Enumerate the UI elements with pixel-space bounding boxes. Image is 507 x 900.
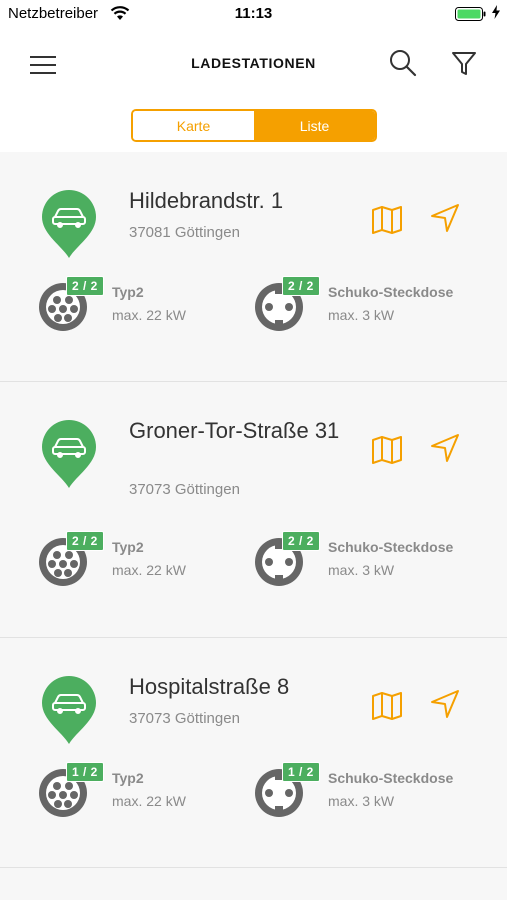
tab-karte[interactable]: Karte (133, 111, 254, 140)
connector-power: max. 3 kW (328, 793, 395, 809)
connector-name: Schuko-Steckdose (328, 539, 454, 555)
view-toggle: Karte Liste (131, 109, 377, 142)
station-street: Groner-Tor-Straße 31 (129, 418, 340, 443)
status-bar: Netzbetreiber 11:13 (0, 0, 507, 28)
connector-name: Typ2 (112, 539, 144, 555)
availability-badge: 1 / 2 (282, 762, 320, 782)
connector-power: max. 3 kW (328, 307, 395, 323)
station-street: Hildebrandstr. 1 (129, 188, 284, 213)
availability-badge: 2 / 2 (66, 276, 104, 296)
station-city: 37073 Göttingen (129, 710, 240, 727)
navigate-icon[interactable] (430, 433, 460, 463)
availability-badge: 2 / 2 (66, 531, 104, 551)
map-icon[interactable] (371, 691, 403, 721)
station-pin-icon (40, 676, 98, 746)
connector-power: max. 22 kW (112, 562, 186, 578)
clock: 11:13 (234, 5, 273, 22)
page-title: LADESTATIONEN (191, 55, 316, 71)
search-icon[interactable] (388, 48, 418, 78)
connector-power: max. 22 kW (112, 793, 186, 809)
connector-power: max. 3 kW (328, 562, 395, 578)
connector-name: Typ2 (112, 770, 144, 786)
station-city: 37081 Göttingen (129, 224, 240, 241)
availability-badge: 2 / 2 (282, 276, 320, 296)
station-card[interactable]: Hildebrandstr. 1 37081 Göttingen 2 / 2 T… (0, 152, 507, 382)
navigate-icon[interactable] (430, 689, 460, 719)
map-icon[interactable] (371, 205, 403, 235)
connector-name: Schuko-Steckdose (328, 284, 454, 300)
connector-name: Typ2 (112, 284, 144, 300)
station-list: Hildebrandstr. 1 37081 Göttingen 2 / 2 T… (0, 152, 507, 900)
connector-power: max. 22 kW (112, 307, 186, 323)
connector-name: Schuko-Steckdose (328, 770, 454, 786)
map-icon[interactable] (371, 435, 403, 465)
charging-bolt-icon (492, 5, 500, 24)
navigate-icon[interactable] (430, 203, 460, 233)
station-street: Hospitalstraße 8 (129, 674, 290, 699)
station-card[interactable]: Hospitalstraße 8 37073 Göttingen 1 / 2 T… (0, 638, 507, 868)
station-pin-icon (40, 190, 98, 260)
availability-badge: 1 / 2 (66, 762, 104, 782)
header: LADESTATIONEN (0, 28, 507, 100)
availability-badge: 2 / 2 (282, 531, 320, 551)
station-card[interactable]: Groner-Tor-Straße 31 37073 Göttingen 2 /… (0, 382, 507, 638)
station-city: 37073 Göttingen (129, 481, 240, 498)
battery-icon (455, 7, 487, 26)
station-pin-icon (40, 420, 98, 490)
tab-liste[interactable]: Liste (254, 111, 375, 140)
filter-funnel-icon[interactable] (450, 49, 478, 77)
